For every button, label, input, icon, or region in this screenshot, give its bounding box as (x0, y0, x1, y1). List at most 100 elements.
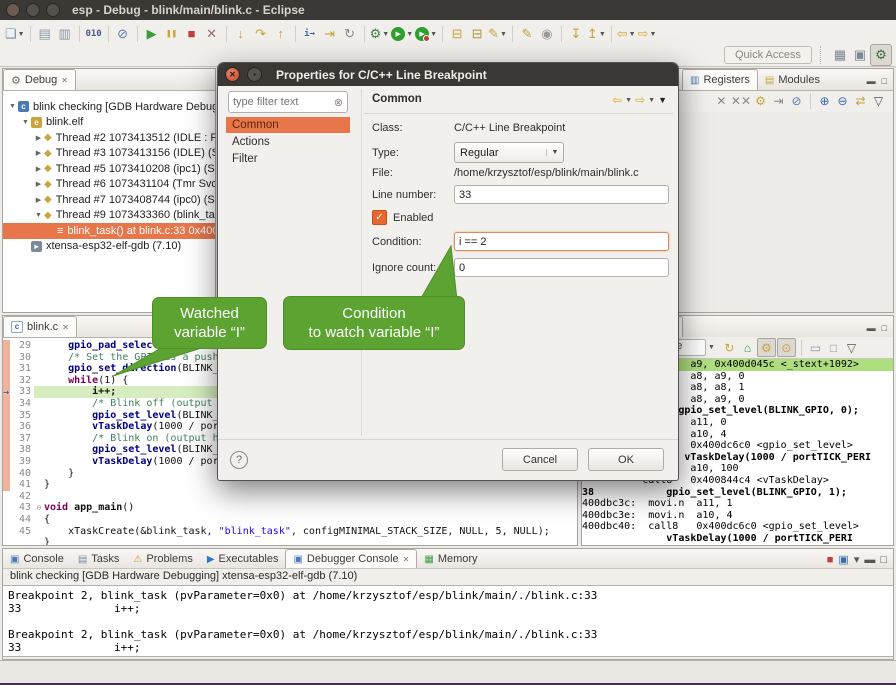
save-icon[interactable]: ▤ (36, 25, 54, 43)
clear-filter-icon[interactable]: ⊗ (334, 96, 347, 109)
tree-expander-icon[interactable]: ▼ (33, 212, 44, 219)
tree-item[interactable]: ▼eblink.elf (3, 115, 215, 131)
tab-console[interactable]: ▣Console (3, 550, 71, 568)
cancel-button[interactable]: Cancel (502, 448, 578, 471)
tab-close-icon[interactable]: ✕ (403, 555, 410, 564)
collapse-icon[interactable]: ⊖ (834, 93, 851, 110)
mark-occurrences-icon[interactable]: ✎ (518, 25, 536, 43)
maximize-icon[interactable]: □ (880, 554, 887, 566)
debug-perspective-icon[interactable]: ⚙ (870, 44, 892, 66)
tab-tasks[interactable]: ▤Tasks (71, 550, 127, 568)
suspend-icon[interactable]: ❚❚ (163, 25, 181, 43)
open-perspective-icon[interactable]: ▦ (830, 45, 850, 65)
tab-modules[interactable]: ▤Modules (758, 70, 827, 90)
show-type-names-icon[interactable]: ⚙ (752, 93, 769, 110)
tree-expander-icon[interactable]: ▼ (20, 119, 31, 126)
terminate-icon[interactable]: ■ (183, 25, 201, 43)
view-menu-icon[interactable]: ▼ (658, 95, 667, 105)
new-binary-icon[interactable]: 010 (85, 25, 103, 43)
quick-access-box[interactable]: Quick Access (724, 46, 812, 64)
layout-icon[interactable]: ⇄ (852, 93, 869, 110)
open-console-dropdown-icon[interactable]: ▾ (854, 553, 860, 566)
tree-expander-icon[interactable]: ▼ (7, 103, 18, 110)
toggle-mark-icon[interactable]: ◉ (538, 25, 556, 43)
tab-problems[interactable]: ⚠Problems (126, 550, 199, 568)
remove-selected-icon[interactable]: ✕ (713, 93, 730, 110)
tab-debug[interactable]: ⚙ Debug ✕ (3, 69, 76, 90)
tab-registers[interactable]: ▥Registers (682, 69, 758, 90)
tab-memory[interactable]: ▦Memory (417, 550, 484, 568)
debug-icon[interactable]: ⚙▼ (370, 25, 390, 43)
back-icon[interactable]: ⇦▼ (617, 25, 636, 43)
terminate-icon[interactable]: ■ (827, 554, 834, 566)
back-icon[interactable]: ⇦ (612, 93, 622, 107)
stack-frame-item[interactable]: ≡blink_task() at blink.c:33 0x400db (3, 223, 215, 239)
open-new-view-icon[interactable]: □ (825, 339, 842, 356)
forward-icon[interactable]: ⇨ (635, 93, 645, 107)
new-file-icon[interactable]: ✎▼ (488, 25, 507, 43)
minimize-icon[interactable]: ▬ (867, 76, 876, 86)
tab-blink-c[interactable]: c blink.c ✕ (3, 316, 77, 337)
skip-icon[interactable]: ⊘ (788, 93, 805, 110)
tree-expander-icon[interactable]: ▶ (33, 165, 44, 173)
dialog-minimize-button[interactable]: ▪ (247, 67, 262, 82)
window-maximize-button[interactable] (46, 3, 60, 17)
condition-input[interactable] (454, 232, 669, 251)
skip-all-breakpoints-icon[interactable]: ⊘ (114, 25, 132, 43)
expand-icon[interactable]: ⊕ (816, 93, 833, 110)
type-dropdown[interactable]: Regular ▼ (454, 142, 564, 163)
view-menu-icon[interactable]: ▽ (870, 93, 887, 110)
track-expression-icon[interactable]: ⊙ (777, 338, 796, 357)
tree-expander-icon[interactable]: ▶ (33, 180, 44, 188)
debug-launch-tree[interactable]: ▼cblink checking [GDB Hardware Debug▼ebl… (3, 91, 215, 312)
minimize-icon[interactable]: ▬ (864, 554, 875, 566)
minimize-icon[interactable]: ▬ (867, 323, 876, 333)
maximize-icon[interactable]: □ (882, 76, 887, 86)
fold-collapse-icon[interactable]: ⊖ (34, 502, 44, 514)
remove-all-icon[interactable]: ✕✕ (731, 93, 751, 110)
line-number-input[interactable] (454, 185, 669, 204)
dialog-section-actions[interactable]: Actions (226, 134, 350, 150)
tab-debugger-console[interactable]: ▣Debugger Console✕ (285, 549, 417, 568)
disconnect-icon[interactable]: ✕ (203, 25, 221, 43)
display-selected-console-icon[interactable]: ▣ (838, 553, 848, 566)
step-over-icon[interactable]: ↷ (252, 25, 270, 43)
drop-to-frame-icon[interactable]: ↻ (341, 25, 359, 43)
save-all-icon[interactable]: ▥ (56, 25, 74, 43)
external-tools-icon[interactable]: ▶▼ (415, 25, 437, 43)
window-minimize-button[interactable] (26, 3, 40, 17)
resume-icon[interactable]: ▶ (143, 25, 161, 43)
import-project-icon[interactable]: ⊟ (468, 25, 486, 43)
show-source-icon[interactable]: ⚙ (757, 338, 776, 357)
enabled-checkbox[interactable]: ✓ (372, 210, 387, 225)
tree-item[interactable]: ▶◆Thread #6 1073431104 (Tmr Svc) (S (3, 177, 215, 193)
breakpoint-hit-icon[interactable]: → (3, 387, 15, 398)
tab-blink-c-close-icon[interactable]: ✕ (62, 323, 69, 332)
tree-expander-icon[interactable]: ▶ (33, 196, 44, 204)
go-into-icon[interactable]: ↥▼ (587, 25, 606, 43)
tree-item[interactable]: ▶◆Thread #7 1073408744 (ipc0) (Susp (3, 192, 215, 208)
tree-expander-icon[interactable]: ▶ (33, 134, 44, 142)
step-into-icon[interactable]: ↓ (232, 25, 250, 43)
last-edit-location-icon[interactable]: ↧ (567, 25, 585, 43)
ok-button[interactable]: OK (588, 448, 664, 471)
tree-expander-icon[interactable]: ▶ (33, 149, 44, 157)
tree-item[interactable]: ▼◆Thread #9 1073433360 (blink_task (3, 208, 215, 224)
home-icon[interactable]: ⌂ (739, 339, 756, 356)
window-close-button[interactable] (6, 3, 20, 17)
tree-item[interactable]: ▶◆Thread #5 1073410208 (ipc1) (Susp (3, 161, 215, 177)
ignore-count-input[interactable] (454, 258, 669, 277)
forward-icon[interactable]: ⇨▼ (638, 25, 657, 43)
tree-item[interactable]: ▸xtensa-esp32-elf-gdb (7.10) (3, 239, 215, 255)
tree-item[interactable]: ▼cblink checking [GDB Hardware Debug (3, 99, 215, 115)
view-menu-icon[interactable]: ▽ (843, 339, 860, 356)
instruction-stepping-icon[interactable]: i→ (301, 25, 319, 43)
dialog-section-common[interactable]: Common (226, 117, 350, 133)
tree-item[interactable]: ▶◆Thread #2 1073413512 (IDLE : Runn (3, 130, 215, 146)
show-full-paths-icon[interactable]: ⇥ (321, 25, 339, 43)
location-combo-arrow-icon[interactable]: ▼ (708, 344, 715, 351)
cpp-perspective-icon[interactable]: ▣ (850, 45, 870, 65)
dialog-close-button[interactable]: ✕ (225, 67, 240, 82)
dialog-section-filter[interactable]: Filter (226, 151, 350, 167)
tab-debug-close-icon[interactable]: ✕ (61, 76, 68, 85)
